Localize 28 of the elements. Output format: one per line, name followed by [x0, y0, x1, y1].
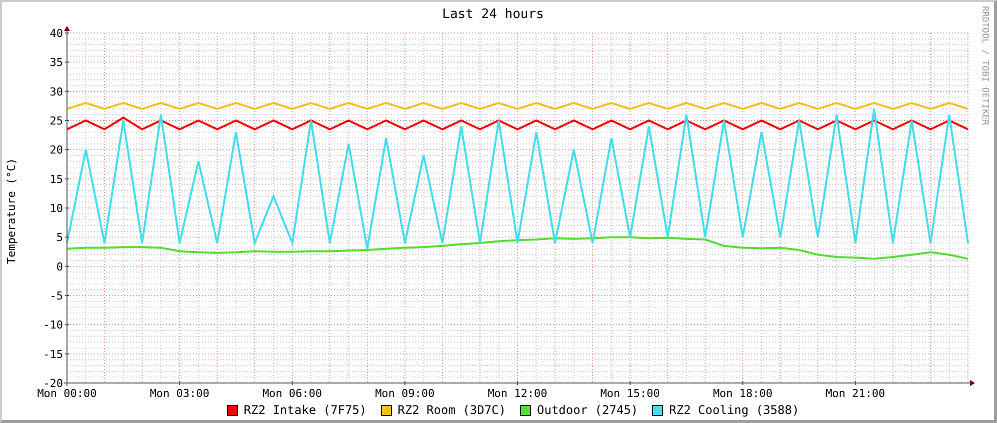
tick-label: Mon 15:00 [600, 387, 660, 400]
tick-label: 20 [50, 144, 63, 157]
tick-label: -20 [43, 377, 63, 390]
tick-label: 35 [50, 56, 63, 70]
tick-label: Mon 03:00 [150, 387, 210, 400]
tick-label: 15 [50, 172, 63, 186]
tick-label: Mon 21:00 [826, 387, 886, 400]
tick-label: -15 [43, 348, 63, 361]
legend-label: Outdoor (2745) [537, 403, 638, 417]
tick-label: Mon 12:00 [488, 387, 548, 400]
tick-label: 10 [50, 202, 63, 215]
tick-label: Mon 09:00 [375, 387, 435, 400]
chart-title: Last 24 hours [442, 7, 544, 22]
tick-label: 40 [50, 27, 63, 40]
tick-label: Mon 00:00 [37, 387, 97, 400]
tick-label: Mon 06:00 [262, 387, 322, 400]
tick-label: -5 [50, 290, 63, 302]
tick-label: -10 [43, 318, 63, 332]
legend-label: RZ2 Intake (7F75) [244, 403, 367, 417]
y-axis-label: Temperature (°C) [4, 158, 18, 264]
legend-label: RZ2 Cooling (3588) [669, 403, 800, 417]
tick-label: 0 [56, 260, 63, 274]
tick-label: 5 [56, 231, 63, 244]
tick-label: Mon 18:00 [712, 387, 773, 400]
tick-label: 30 [50, 85, 63, 98]
legend-label: RZ2 Room (3D7C) [398, 403, 506, 417]
credit-text: RRDTOOL / TOBI OETIKER [980, 5, 990, 128]
tick-label: 25 [50, 114, 63, 128]
